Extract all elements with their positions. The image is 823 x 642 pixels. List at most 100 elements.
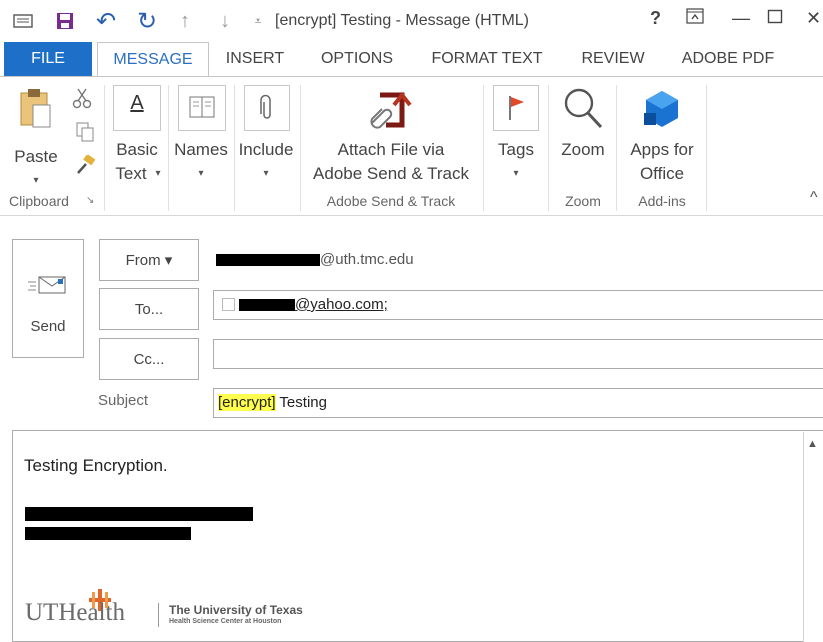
to-recipient[interactable]: @yahoo.com; [239, 296, 388, 313]
save-icon[interactable] [52, 8, 78, 34]
maximize-button[interactable] [767, 8, 783, 29]
tab-insert[interactable]: INSERT [214, 42, 296, 76]
from-domain: @uth.tmc.edu [320, 251, 414, 268]
tab-options[interactable]: OPTIONS [307, 42, 407, 76]
attach-file-label-1: Attach File via [337, 140, 445, 159]
send-label: Send [30, 318, 66, 335]
subject-text: [encrypt] Testing [218, 394, 327, 411]
separator [168, 85, 169, 211]
separator [483, 85, 484, 211]
tab-adobe-pdf[interactable]: ADOBE PDF [672, 42, 784, 76]
minimize-button[interactable]: — [732, 8, 750, 29]
subject-field[interactable]: [encrypt] Testing [213, 388, 823, 418]
redacted-text [239, 299, 295, 312]
previous-item-icon[interactable]: ↑ [174, 8, 196, 34]
vertical-scrollbar[interactable]: ▲ [803, 432, 823, 642]
from-address: @uth.tmc.edu [216, 251, 414, 268]
next-item-icon[interactable]: ↓ [214, 8, 236, 34]
scroll-up-icon[interactable]: ▲ [807, 438, 818, 450]
redacted-text [216, 254, 320, 267]
group-zoom-label: Zoom [565, 193, 601, 209]
separator [706, 85, 707, 211]
body-line-1: Testing Encryption. [24, 456, 168, 475]
uthealth-wordmark: UTHealth [25, 599, 125, 626]
format-painter-icon[interactable] [74, 153, 96, 180]
separator [104, 85, 105, 211]
include-label: Include [238, 140, 294, 159]
undo-icon[interactable]: ↶ [93, 8, 119, 35]
paste-icon [20, 89, 51, 128]
send-button[interactable]: Send [12, 239, 84, 358]
separator [616, 85, 617, 211]
paste-button[interactable]: Paste ▾ [10, 85, 62, 186]
attach-icon [244, 85, 290, 131]
uthealth-logo: UTHealth The University of Texas Health … [25, 589, 345, 631]
cc-field[interactable] [213, 339, 823, 369]
to-button[interactable]: To... [99, 288, 199, 330]
group-adobe-label: Adobe Send & Track [326, 193, 456, 209]
flag-icon [493, 85, 539, 131]
ribbon-display-options-button[interactable] [686, 8, 704, 29]
names-button[interactable]: Names ▾ [170, 83, 232, 187]
magnifier-icon [564, 88, 603, 129]
tab-message[interactable]: MESSAGE [97, 42, 209, 79]
paste-caret: ▾ [33, 175, 39, 186]
apps-label-2: Office [639, 164, 685, 183]
basic-text-caret: ▾ [155, 168, 161, 179]
tags-button[interactable]: Tags ▾ [488, 83, 544, 187]
title-bar: ↶ ↻ ↑ ↓ ⩡ [encrypt] Testing - Message (H… [0, 0, 823, 42]
redo-icon[interactable]: ↻ [134, 8, 160, 35]
paste-label: Paste [14, 147, 58, 166]
send-envelope-icon [28, 276, 66, 294]
tags-label: Tags [498, 140, 534, 159]
to-domain: @yahoo.com; [295, 296, 388, 313]
include-button[interactable]: Include ▾ [234, 83, 298, 187]
window-title: [encrypt] Testing - Message (HTML) [275, 12, 530, 29]
apps-for-office-button[interactable]: Apps for Office [620, 81, 704, 187]
logo-divider [158, 603, 159, 627]
group-clipboard-label: Clipboard [9, 193, 69, 209]
include-caret: ▾ [263, 168, 269, 179]
address-book-icon [178, 85, 226, 131]
attach-file-label-2: Adobe Send & Track [313, 164, 469, 183]
tab-format-text[interactable]: FORMAT TEXT [420, 42, 554, 76]
adobe-send-track-icon [370, 91, 412, 129]
subject-label: Subject [98, 392, 149, 409]
separator [548, 85, 549, 211]
apps-label-1: Apps for [630, 140, 694, 159]
collapse-ribbon-icon[interactable]: ^ [810, 189, 818, 207]
names-caret: ▾ [198, 168, 204, 179]
names-label: Names [174, 140, 228, 159]
to-field[interactable]: @yahoo.com; [213, 290, 823, 320]
redacted-signature-line [25, 507, 253, 521]
from-button[interactable]: From ▾ [99, 239, 199, 281]
copy-icon[interactable] [76, 122, 94, 147]
basic-text-icon: A [113, 85, 161, 131]
ribbon: Paste ▾ Clipboard ↘ A Basic Text ▾ Names… [0, 76, 823, 216]
subject-tag: [encrypt] [218, 394, 276, 411]
university-subname: Health Science Center at Houston [169, 618, 282, 625]
redacted-signature-line [25, 527, 191, 540]
help-button[interactable]: ? [650, 8, 661, 29]
cc-button[interactable]: Cc... [99, 338, 199, 380]
tab-review[interactable]: REVIEW [570, 42, 656, 76]
zoom-button[interactable]: Zoom [552, 83, 614, 187]
recipient-checkbox[interactable] [222, 298, 235, 311]
customize-qat-icon[interactable]: ⩡ [250, 8, 266, 34]
basic-text-label-1: Basic [116, 140, 158, 159]
message-body[interactable]: Testing Encryption. UTHealth The Univers… [12, 430, 823, 642]
zoom-label: Zoom [561, 140, 605, 159]
university-name: The University of Texas [169, 603, 303, 617]
close-button[interactable]: ✕ [806, 8, 821, 29]
cut-icon[interactable] [72, 87, 92, 114]
subject-rest: Testing [275, 394, 327, 411]
group-addins-label: Add-ins [638, 193, 686, 209]
apps-for-office-icon [644, 91, 678, 127]
clipboard-launcher-icon[interactable]: ↘ [86, 195, 94, 206]
basic-text-button[interactable]: A Basic Text ▾ [110, 83, 164, 187]
attach-file-adobe-button[interactable]: Attach File via Adobe Send & Track [302, 81, 480, 187]
tags-caret: ▾ [513, 168, 519, 179]
tab-file[interactable]: FILE [4, 42, 92, 76]
mail-icon[interactable] [10, 8, 36, 34]
basic-text-label-2: Text [115, 164, 147, 183]
